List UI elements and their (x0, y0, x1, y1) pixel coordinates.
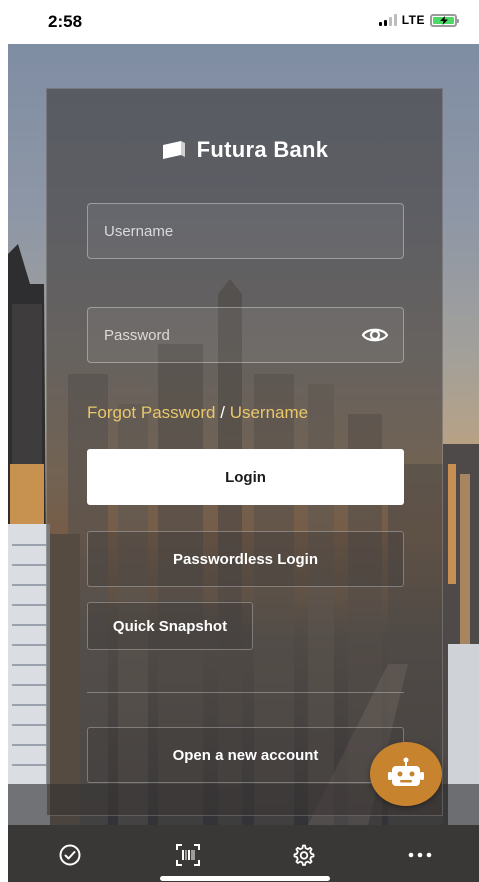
more-dots-icon (408, 852, 432, 858)
username-field-container (87, 203, 404, 259)
gear-icon (293, 844, 315, 866)
check-circle-icon (59, 844, 81, 866)
chatbot-button[interactable] (370, 742, 442, 806)
login-card: Futura Bank Forgot Password / Username L… (46, 88, 443, 816)
bank-name: Futura Bank (196, 137, 329, 162)
forgot-password-link[interactable]: Forgot Password (87, 403, 216, 422)
eye-icon (361, 328, 389, 342)
forgot-separator: / (220, 403, 225, 422)
tab-more[interactable] (406, 841, 434, 869)
status-bar: 2:58 LTE (0, 0, 479, 44)
username-input[interactable] (88, 204, 403, 258)
tab-scan[interactable] (174, 841, 202, 869)
battery-icon (430, 13, 459, 27)
network-type: LTE (401, 13, 425, 27)
home-indicator (160, 876, 330, 881)
brand-header: Futura Bank (47, 137, 442, 163)
passwordless-login-button[interactable]: Passwordless Login (87, 531, 404, 587)
bank-logo-icon (162, 141, 185, 159)
open-account-button[interactable]: Open a new account (87, 727, 404, 783)
status-indicators: LTE (378, 13, 459, 27)
barcode-scan-icon (176, 844, 200, 866)
battery-charging-icon (433, 15, 454, 25)
login-button[interactable]: Login (87, 449, 404, 505)
signal-icon (378, 14, 397, 26)
forgot-credentials: Forgot Password / Username (87, 403, 308, 423)
show-password-button[interactable] (361, 323, 389, 347)
status-time: 2:58 (48, 12, 83, 31)
tab-settings[interactable] (289, 841, 317, 869)
robot-icon (388, 757, 424, 786)
password-field-container (87, 307, 404, 363)
forgot-username-link[interactable]: Username (230, 403, 308, 422)
bottom-tab-bar (8, 825, 479, 882)
password-input[interactable] (88, 308, 403, 362)
tab-approvals[interactable] (56, 841, 84, 869)
divider (87, 692, 404, 693)
quick-snapshot-button[interactable]: Quick Snapshot (87, 602, 253, 650)
